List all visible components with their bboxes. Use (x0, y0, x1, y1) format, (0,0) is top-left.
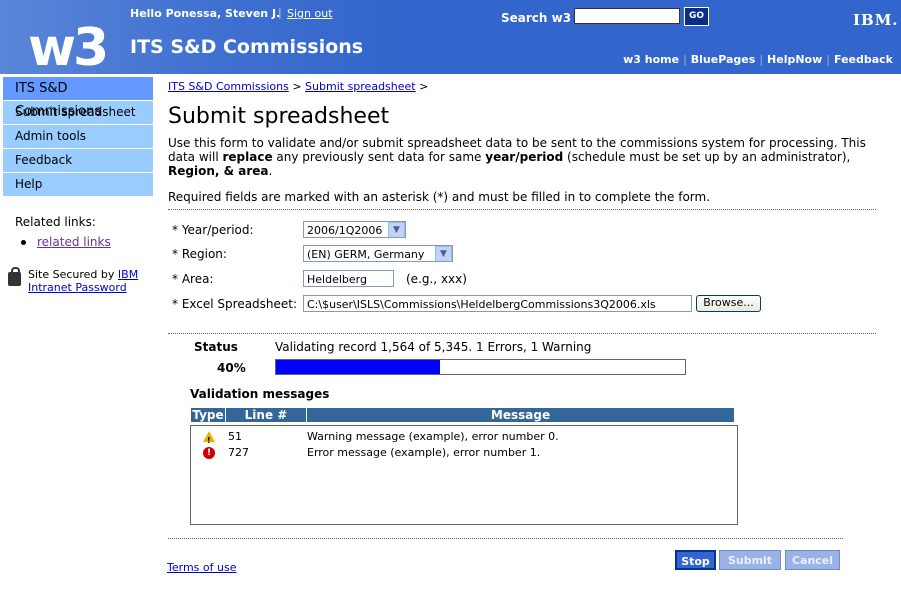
progress-percent: 40% (217, 361, 246, 375)
related-links-title: Related links: (15, 215, 96, 229)
masthead: w3 Hello Ponessa, Steven J. | Sign out I… (0, 0, 901, 75)
greeting: Hello Ponessa, Steven J. (130, 7, 281, 20)
breadcrumb: ITS S&D Commissions > Submit spreadsheet… (168, 80, 428, 93)
sidebar-item-help[interactable]: Help (3, 173, 153, 197)
search-go-button[interactable]: GO (684, 7, 709, 26)
secured-text: Site Secured by (28, 268, 115, 281)
status-text: Validating record 1,564 of 5,345. 1 Erro… (275, 340, 592, 354)
line-number: 51 (228, 430, 242, 443)
sidebar-item-feedback[interactable]: Feedback (3, 149, 153, 173)
required-note: Required fields are marked with an aster… (168, 190, 711, 204)
link-divider: | (683, 53, 687, 66)
w3-logo[interactable]: w3 (28, 22, 109, 74)
ibm-link[interactable]: IBM (118, 268, 138, 281)
browse-button[interactable]: Browse... (696, 295, 761, 312)
line-number: 727 (228, 446, 249, 459)
bluepages-link[interactable]: BluePages (691, 53, 756, 66)
related-links-link[interactable]: related links (37, 235, 111, 249)
message-text: Warning message (example), error number … (307, 430, 559, 443)
validation-title: Validation messages (190, 387, 330, 401)
chevron-down-icon[interactable]: ▼ (388, 222, 405, 237)
year-period-select[interactable]: 2006/1Q2006 ▼ (303, 221, 406, 238)
sidebar-item-its-sd-commissions[interactable]: ITS S&D Commissions (3, 77, 153, 119)
cancel-button[interactable]: Cancel (785, 550, 840, 570)
sign-out-link[interactable]: Sign out (287, 7, 333, 20)
excel-spreadsheet-input[interactable]: C:\$user\ISLS\Commissions\HeldelbergComm… (303, 295, 692, 312)
lock-icon (8, 267, 21, 286)
top-links: w3 home | BluePages | HelpNow | Feedback (623, 53, 893, 66)
year-period-value: 2006/1Q2006 (307, 224, 383, 237)
table-row[interactable]: ! 51 Warning message (example), error nu… (191, 429, 737, 445)
validation-table-header: Type Line # Message (191, 408, 734, 422)
link-divider: | (759, 53, 764, 66)
breadcrumb-item-submit[interactable]: Submit spreadsheet (305, 80, 416, 93)
terms-of-use-link[interactable]: Terms of use (167, 561, 236, 574)
region-select[interactable]: (EN) GERM, Germany ▼ (303, 245, 453, 262)
intro-text: Use this form to validate and/or submit … (168, 136, 866, 178)
region-label: * Region: (172, 247, 227, 261)
area-hint: (e.g., xxx) (406, 272, 467, 286)
link-divider: | (826, 53, 830, 66)
greeting-separator: | (278, 6, 282, 19)
search-input[interactable] (574, 8, 680, 24)
column-header-type[interactable]: Type (191, 408, 226, 422)
breadcrumb-separator: > (292, 80, 302, 93)
search-label: Search w3 (501, 11, 572, 25)
intranet-password-link[interactable]: Intranet Password (28, 281, 127, 294)
w3-home-link[interactable]: w3 home (623, 53, 679, 66)
year-period-label: * Year/period: (172, 223, 254, 237)
warning-icon: ! (203, 431, 215, 445)
site-secured-note: Site Secured by IBM Intranet Password (28, 268, 138, 294)
ibm-logo[interactable]: IBM. (853, 11, 899, 29)
area-label: * Area: (172, 272, 214, 286)
divider (168, 538, 843, 539)
breadcrumb-item-home[interactable]: ITS S&D Commissions (168, 80, 289, 93)
bullet-icon (21, 240, 26, 245)
sidebar-item-admin-tools[interactable]: Admin tools (3, 125, 153, 149)
sidebar-item-submit-spreadsheet[interactable]: Submit spreadsheet (3, 101, 153, 125)
page-title: Submit spreadsheet (168, 104, 390, 129)
column-header-line[interactable]: Line # (226, 408, 307, 422)
divider (168, 333, 876, 334)
left-navigation: ITS S&D Commissions Submit spreadsheet A… (3, 77, 153, 197)
column-header-message[interactable]: Message (307, 408, 734, 422)
area-input[interactable]: Heldelberg (303, 270, 394, 287)
excel-spreadsheet-label: * Excel Spreadsheet: (172, 297, 298, 311)
breadcrumb-separator: > (419, 80, 429, 93)
status-label: Status (194, 340, 238, 354)
site-title[interactable]: ITS S&D Commissions (130, 36, 363, 58)
region-value: (EN) GERM, Germany (307, 248, 425, 261)
helpnow-link[interactable]: HelpNow (767, 53, 822, 66)
validation-messages-list[interactable]: ! 51 Warning message (example), error nu… (190, 425, 738, 525)
progress-bar (275, 359, 686, 375)
message-text: Error message (example), error number 1. (307, 446, 541, 459)
table-row[interactable]: ! 727 Error message (example), error num… (191, 445, 737, 461)
chevron-down-icon[interactable]: ▼ (435, 246, 452, 261)
stop-button[interactable]: Stop (675, 550, 716, 570)
divider (168, 209, 876, 210)
feedback-top-link[interactable]: Feedback (834, 53, 893, 66)
submit-button[interactable]: Submit (719, 550, 781, 570)
progress-fill (276, 360, 440, 374)
error-icon: ! (203, 447, 215, 459)
